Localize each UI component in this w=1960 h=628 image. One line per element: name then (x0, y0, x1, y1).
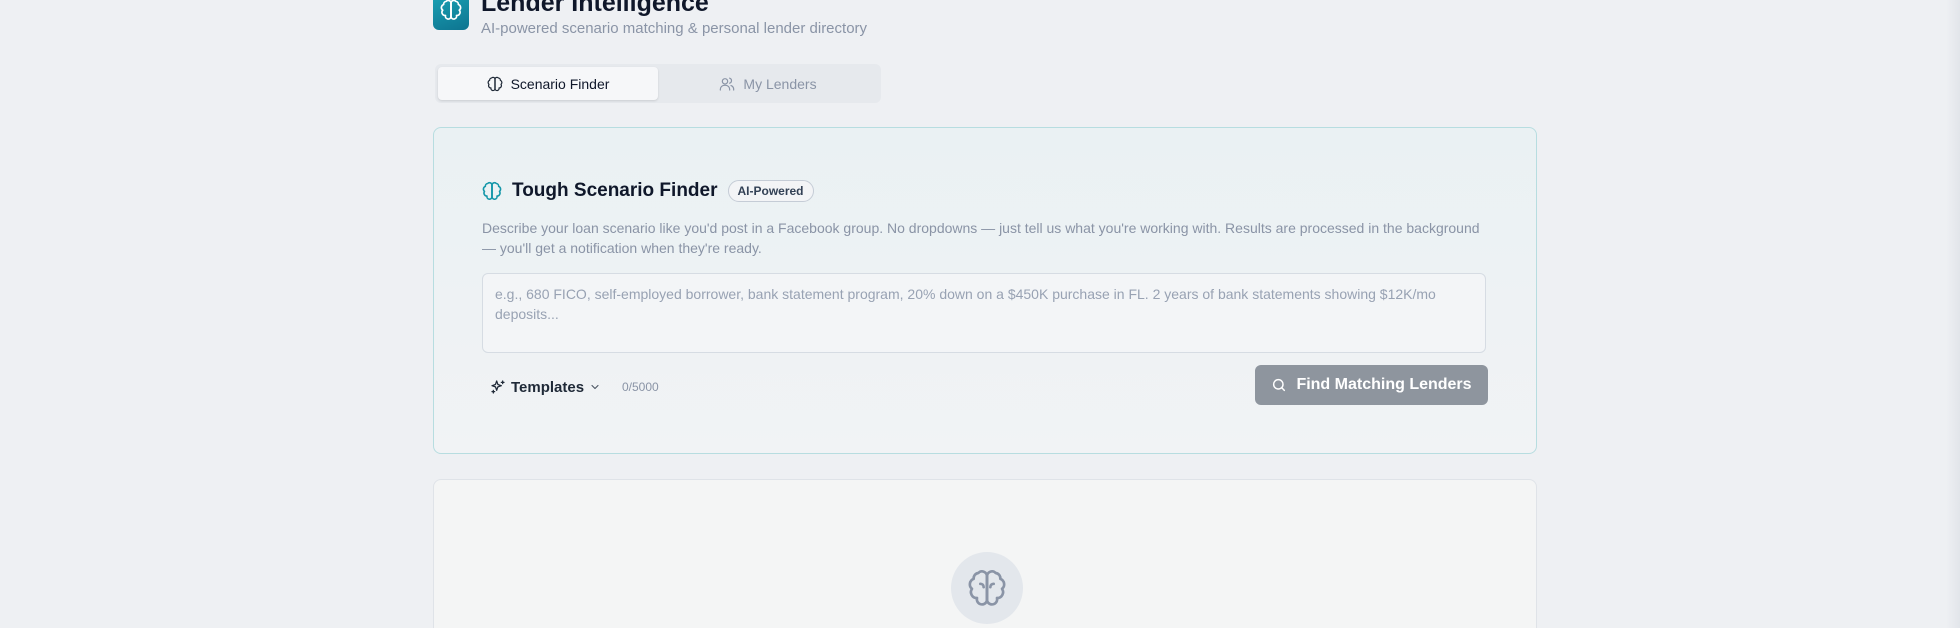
brain-icon (440, 0, 462, 20)
view-tabs: Scenario Finder My Lenders (435, 64, 881, 103)
results-empty-state (433, 479, 1537, 628)
search-icon (1273, 378, 1286, 392)
scenario-finder-card: Tough Scenario Finder AI-Powered Describ… (433, 127, 1537, 454)
card-title: Tough Scenario Finder (512, 180, 718, 201)
find-button-label: Find Matching Lenders (1296, 376, 1472, 393)
page-title: Lender Intelligence (481, 0, 709, 17)
templates-label: Templates (511, 378, 585, 396)
templates-dropdown[interactable]: Templates (490, 376, 601, 398)
brain-icon (968, 570, 1006, 606)
card-header: Tough Scenario Finder AI-Powered (482, 180, 814, 202)
app-logo (433, 0, 469, 30)
tab-scenario-finder[interactable]: Scenario Finder (438, 67, 658, 100)
empty-state-icon (951, 552, 1023, 624)
brain-icon (487, 76, 503, 91)
page-subtitle: AI-powered scenario matching & personal … (481, 20, 868, 37)
scroll-edge-shade (1946, 0, 1960, 628)
chevron-down-icon (591, 384, 599, 390)
card-description: Describe your loan scenario like you'd p… (482, 220, 1480, 256)
tab-label: My Lenders (743, 75, 817, 92)
sparkles-icon (491, 380, 505, 394)
page-header: Lender Intelligence AI-powered scenario … (433, 0, 1233, 40)
ai-powered-badge: AI-Powered (727, 180, 814, 202)
tab-my-lenders[interactable]: My Lenders (658, 67, 878, 100)
tab-label: Scenario Finder (510, 75, 610, 92)
brain-icon (482, 181, 502, 200)
character-count: 0/5000 (622, 380, 659, 394)
find-matching-lenders-button[interactable]: Find Matching Lenders (1255, 365, 1488, 405)
users-icon (720, 77, 735, 91)
scenario-input[interactable] (482, 273, 1486, 353)
